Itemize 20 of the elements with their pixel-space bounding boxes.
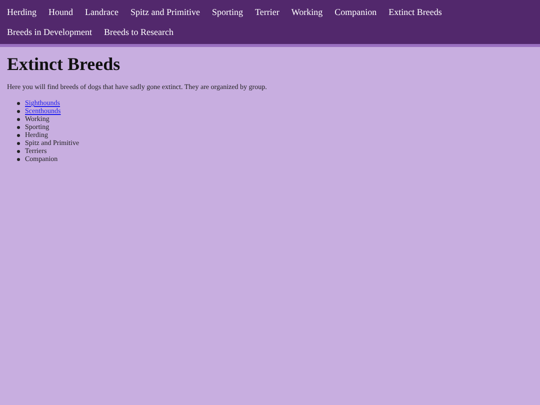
- page-heading: Extinct Breeds: [7, 54, 122, 74]
- nav-link[interactable]: Herding: [1, 2, 42, 22]
- nav-link[interactable]: Spitz and Primitive: [124, 2, 206, 22]
- nav-link[interactable]: Working: [285, 2, 329, 22]
- nav-link[interactable]: Landrace: [79, 2, 124, 22]
- bullet-icon: [17, 158, 20, 160]
- nav-link[interactable]: Hound: [42, 2, 79, 22]
- bullet-icon: [17, 150, 20, 152]
- nav-link[interactable]: Companion: [328, 2, 383, 22]
- bullet-icon: [17, 126, 20, 128]
- bullet-icon: [17, 142, 20, 144]
- nav-link[interactable]: Breeds in Development: [1, 22, 98, 42]
- nav-link[interactable]: Breeds to Research: [98, 22, 180, 42]
- bullet-icon: [17, 118, 20, 120]
- nav-link[interactable]: Extinct Breeds: [382, 2, 448, 22]
- bullet-icon: [17, 102, 20, 104]
- nav-link[interactable]: Sporting: [206, 2, 249, 22]
- bullet-icon: [17, 110, 20, 112]
- bullet-icon: [17, 134, 20, 136]
- nav-link[interactable]: Terrier: [249, 2, 286, 22]
